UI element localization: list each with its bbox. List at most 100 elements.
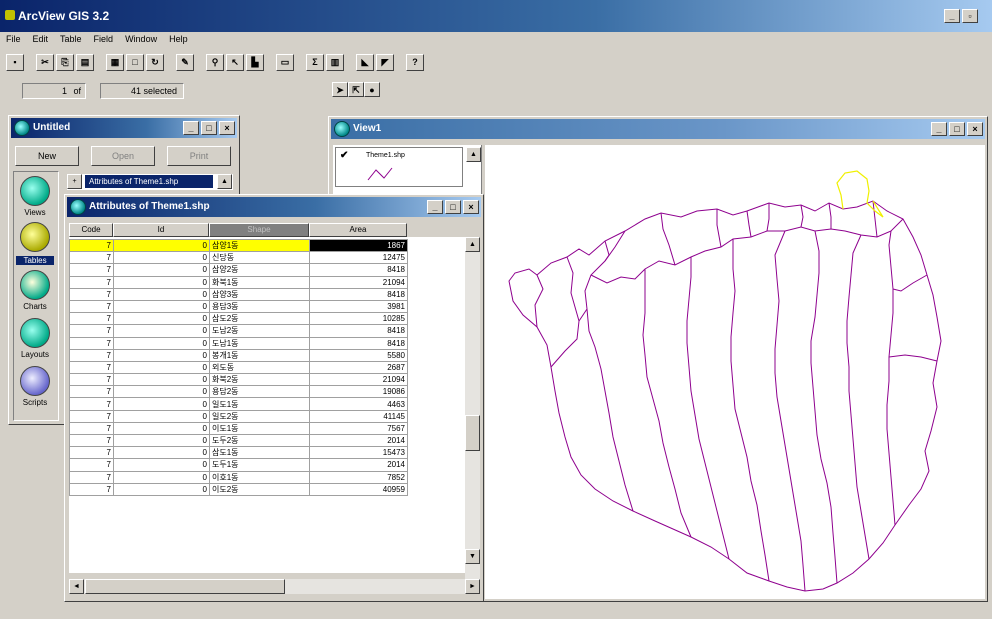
cell-shape[interactable]: 용담3동 <box>209 299 310 314</box>
cell-id[interactable]: 0 <box>113 324 210 338</box>
table-row[interactable]: 7 0 도두2동 2014 <box>69 433 408 448</box>
column-header-id[interactable]: Id <box>113 223 209 237</box>
cell-code[interactable]: 7 <box>69 470 114 484</box>
cell-code[interactable]: 7 <box>69 360 114 375</box>
cut-icon[interactable]: ✂ <box>36 54 54 71</box>
cell-area[interactable]: 40959 <box>309 482 408 496</box>
menu-help[interactable]: Help <box>169 34 188 48</box>
close-icon[interactable]: × <box>463 200 479 214</box>
select-all-icon[interactable]: ▦ <box>106 54 124 71</box>
table-row[interactable]: 7 0 도두1동 2014 <box>69 458 408 472</box>
cell-shape[interactable]: 외도동 <box>209 360 310 375</box>
cell-shape[interactable]: 도남2동 <box>209 324 310 338</box>
cell-code[interactable]: 7 <box>69 409 114 423</box>
table-row[interactable]: 7 0 삼양2동 8418 <box>69 263 408 277</box>
checkmark-icon[interactable]: ✔ <box>340 150 348 161</box>
menu-window[interactable]: Window <box>125 34 157 48</box>
table-row[interactable]: 7 0 삼도1동 15473 <box>69 446 408 460</box>
table-row[interactable]: 7 0 신당동 12475 <box>69 251 408 265</box>
table-row[interactable]: 7 0 외도동 2687 <box>69 360 408 375</box>
cell-code[interactable]: 7 <box>69 482 114 496</box>
scroll-up-icon[interactable]: ▲ <box>466 147 481 162</box>
scroll-up-icon[interactable]: ▲ <box>465 237 480 252</box>
table-row[interactable]: 7 0 일도2동 41145 <box>69 409 408 423</box>
table-row[interactable]: 7 0 삼도2동 10285 <box>69 312 408 326</box>
cell-shape[interactable]: 삼도1동 <box>209 446 310 460</box>
cell-id[interactable]: 0 <box>113 263 210 277</box>
cell-code[interactable]: 7 <box>69 238 114 253</box>
cell-shape[interactable]: 삼도2동 <box>209 312 310 326</box>
cell-area[interactable]: 21094 <box>309 275 408 289</box>
cell-area[interactable]: 8418 <box>309 287 408 301</box>
scroll-up-icon[interactable]: ▲ <box>217 174 232 189</box>
hotlink-tool-icon[interactable]: ● <box>364 82 380 97</box>
cell-id[interactable]: 0 <box>113 409 210 423</box>
sort-descending-icon[interactable]: ◤ <box>376 54 394 71</box>
pointer-tool-icon[interactable]: ➤ <box>332 82 348 97</box>
cell-code[interactable]: 7 <box>69 312 114 326</box>
save-icon[interactable]: ▪ <box>6 54 24 71</box>
cell-area[interactable]: 3981 <box>309 299 408 314</box>
minimize-icon[interactable]: _ <box>183 121 199 135</box>
cell-area[interactable]: 7567 <box>309 421 408 436</box>
query-builder-icon[interactable]: ▙ <box>246 54 264 71</box>
sidebar-item-charts[interactable]: Charts <box>16 302 54 311</box>
paste-icon[interactable]: ▤ <box>76 54 94 71</box>
cell-id[interactable]: 0 <box>113 348 210 362</box>
cell-id[interactable]: 0 <box>113 360 210 375</box>
cell-shape[interactable]: 화북2동 <box>209 373 310 387</box>
cell-id[interactable]: 0 <box>113 470 210 484</box>
table-row[interactable]: 7 0 용담2동 19086 <box>69 385 408 399</box>
scroll-left-icon[interactable]: ◄ <box>69 579 84 594</box>
cell-area[interactable]: 5580 <box>309 348 408 362</box>
new-button[interactable]: New <box>15 146 79 166</box>
cell-id[interactable]: 0 <box>113 373 210 387</box>
cell-id[interactable]: 0 <box>113 312 210 326</box>
cell-area[interactable]: 2687 <box>309 360 408 375</box>
cell-id[interactable]: 0 <box>113 238 210 253</box>
cell-code[interactable]: 7 <box>69 348 114 362</box>
vertical-scrollbar[interactable]: ▲ ▼ <box>465 237 480 581</box>
help-icon[interactable]: ? <box>406 54 424 71</box>
scroll-left-icon[interactable]: + <box>67 174 82 189</box>
sort-ascending-icon[interactable]: ◣ <box>356 54 374 71</box>
column-header-area[interactable]: Area <box>309 223 407 237</box>
cell-id[interactable]: 0 <box>113 397 210 411</box>
switch-selection-icon[interactable]: ↻ <box>146 54 164 71</box>
cell-area[interactable]: 7852 <box>309 470 408 484</box>
cell-shape[interactable]: 봉개1동 <box>209 348 310 362</box>
cell-code[interactable]: 7 <box>69 446 114 460</box>
minimize-icon[interactable]: _ <box>427 200 443 214</box>
cell-area[interactable]: 8418 <box>309 336 408 350</box>
cell-shape[interactable]: 화북1동 <box>209 275 310 289</box>
cell-id[interactable]: 0 <box>113 336 210 350</box>
query-icon[interactable]: ↖ <box>226 54 244 71</box>
select-none-icon[interactable]: □ <box>126 54 144 71</box>
promote-icon[interactable]: ▭ <box>276 54 294 71</box>
sidebar-item-layouts[interactable]: Layouts <box>16 350 54 359</box>
cell-area[interactable]: 4463 <box>309 397 408 411</box>
scroll-thumb[interactable] <box>465 415 480 451</box>
cell-code[interactable]: 7 <box>69 336 114 350</box>
map-canvas[interactable] <box>485 145 985 599</box>
column-header-code[interactable]: Code <box>69 223 113 237</box>
cell-area[interactable]: 15473 <box>309 446 408 460</box>
table-row[interactable]: 7 0 이도1동 7567 <box>69 421 408 436</box>
cell-id[interactable]: 0 <box>113 458 210 472</box>
maximize-icon[interactable]: □ <box>949 122 965 136</box>
cell-area[interactable]: 1867 <box>309 238 408 253</box>
table-row[interactable]: 7 0 삼양3동 8418 <box>69 287 408 301</box>
cell-id[interactable]: 0 <box>113 446 210 460</box>
cell-shape[interactable]: 일도2동 <box>209 409 310 423</box>
cell-code[interactable]: 7 <box>69 397 114 411</box>
scripts-icon[interactable] <box>20 366 50 396</box>
print-button[interactable]: Print <box>167 146 231 166</box>
menu-file[interactable]: File <box>6 34 21 48</box>
cell-id[interactable]: 0 <box>113 433 210 448</box>
open-button[interactable]: Open <box>91 146 155 166</box>
cell-code[interactable]: 7 <box>69 287 114 301</box>
cell-shape[interactable]: 삼양2동 <box>209 263 310 277</box>
cell-area[interactable]: 19086 <box>309 385 408 399</box>
cell-code[interactable]: 7 <box>69 324 114 338</box>
cell-area[interactable]: 2014 <box>309 433 408 448</box>
